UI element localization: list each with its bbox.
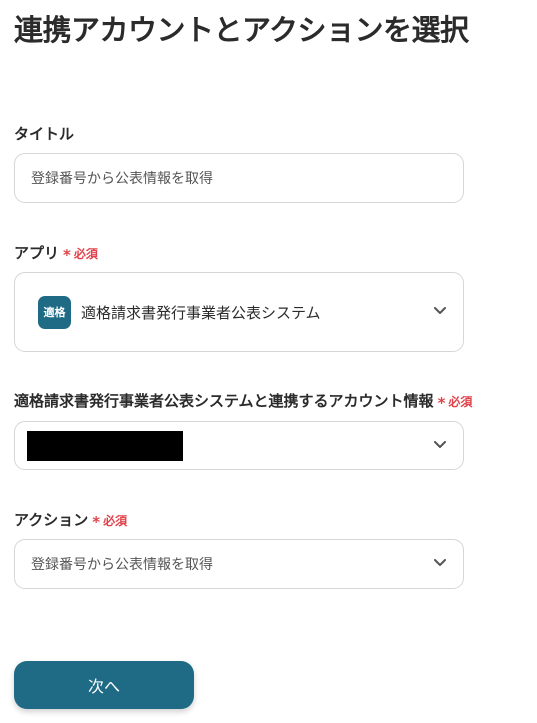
required-badge: * 必須 xyxy=(437,394,473,412)
chevron-down-icon xyxy=(434,307,446,314)
chevron-down-icon xyxy=(434,559,446,566)
title-input[interactable]: 登録番号から公表情報を取得 xyxy=(14,153,464,203)
account-label: 適格請求書発行事業者公表システムと連携するアカウント情報 * 必須 xyxy=(14,390,473,412)
required-badge: * 必須 xyxy=(92,513,128,531)
title-label-text: タイトル xyxy=(14,125,75,143)
app-icon: 適格 xyxy=(38,295,71,329)
chevron-down-icon xyxy=(434,440,446,448)
required-badge: * 必須 xyxy=(63,246,98,264)
next-button-label: 次へ xyxy=(87,677,120,696)
title-label: タイトル xyxy=(14,123,74,144)
action-select[interactable]: 登録番号から公表情報を取得 xyxy=(14,539,464,589)
title-input-value: 登録番号から公表情報を取得 xyxy=(31,171,213,187)
action-select-value: 登録番号から公表情報を取得 xyxy=(31,557,213,573)
app-select[interactable]: 適格 適格請求書発行事業者公表システム xyxy=(14,272,464,352)
next-button[interactable]: 次へ xyxy=(14,661,194,709)
redacted-account-value xyxy=(27,430,183,461)
app-label: アプリ * 必須 xyxy=(14,242,98,264)
app-label-text: アプリ xyxy=(14,244,60,262)
page-title: 連携アカウントとアクションを選択 xyxy=(14,13,469,47)
account-select[interactable] xyxy=(14,421,464,470)
action-label: アクション * 必須 xyxy=(14,509,128,531)
app-select-value: 適格請求書発行事業者公表システム xyxy=(81,303,321,322)
action-label-text: アクション xyxy=(14,511,89,529)
account-label-text: 適格請求書発行事業者公表システムと連携するアカウント情報 xyxy=(14,392,434,410)
